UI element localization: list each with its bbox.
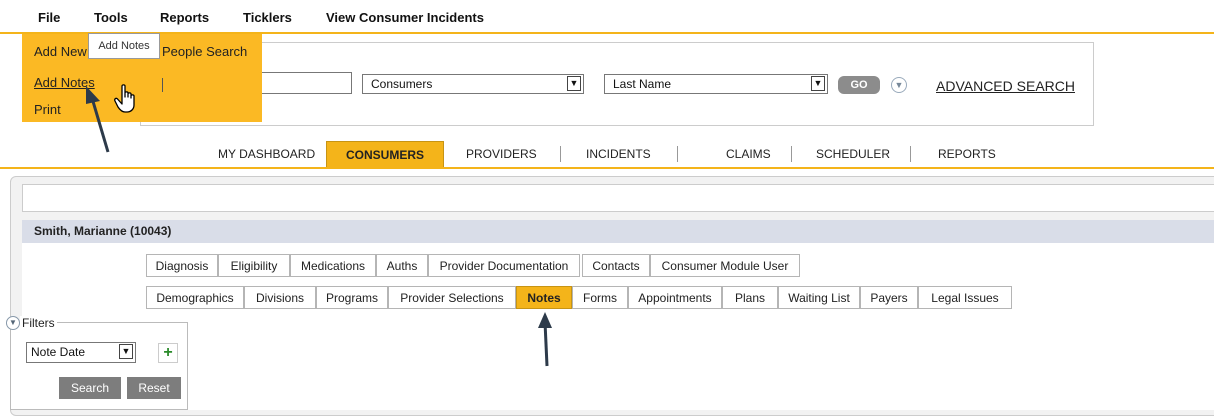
tab-divisions[interactable]: Divisions (244, 286, 316, 309)
divider (910, 146, 911, 162)
divider (677, 146, 678, 162)
expand-chevron-icon[interactable]: ▼ (891, 77, 907, 93)
menu-tools[interactable]: Tools (94, 10, 128, 25)
field-select-value: Last Name (613, 77, 672, 91)
menu-reports[interactable]: Reports (160, 10, 209, 25)
tab-legal-issues[interactable]: Legal Issues (918, 286, 1012, 309)
chevron-down-icon[interactable]: ▼ (567, 76, 581, 91)
main-nav: MY DASHBOARD CONSUMERS PROVIDERS INCIDEN… (0, 141, 1214, 169)
menu-item-add-notes[interactable]: Add Notes (34, 75, 95, 90)
menu-file[interactable]: File (38, 10, 60, 25)
go-button[interactable]: GO (838, 76, 880, 94)
nav-scheduler[interactable]: SCHEDULER (816, 141, 890, 167)
message-area (22, 184, 1214, 212)
tab-waiting-list[interactable]: Waiting List (778, 286, 860, 309)
divider (791, 146, 792, 162)
tab-consumer-module-user[interactable]: Consumer Module User (650, 254, 800, 277)
tab-programs[interactable]: Programs (316, 286, 388, 309)
search-button[interactable]: Search (59, 377, 121, 399)
menu-item-people-search[interactable]: People Search (162, 44, 247, 59)
module-select[interactable]: Consumers ▼ (362, 74, 584, 94)
collapse-chevron-icon[interactable]: ▼ (6, 316, 20, 330)
chevron-down-icon[interactable]: ▼ (811, 76, 825, 91)
field-select[interactable]: Last Name ▼ (604, 74, 828, 94)
divider (162, 78, 163, 92)
advanced-search-link[interactable]: ADVANCED SEARCH (936, 78, 1075, 94)
tab-demographics[interactable]: Demographics (146, 286, 244, 309)
hand-cursor-icon (114, 84, 135, 113)
module-select-value: Consumers (371, 77, 433, 91)
menu-item-add-new[interactable]: Add New (34, 44, 87, 59)
menu-view-consumer-incidents[interactable]: View Consumer Incidents (326, 10, 484, 25)
tab-notes[interactable]: Notes (516, 286, 572, 309)
consumer-title-bar: Smith, Marianne (10043) (22, 220, 1214, 243)
tooltip: Add Notes (88, 33, 160, 59)
tab-plans[interactable]: Plans (722, 286, 778, 309)
nav-my-dashboard[interactable]: MY DASHBOARD (218, 141, 315, 167)
menu-bar: File Tools Reports Ticklers View Consume… (0, 0, 1214, 34)
tab-eligibility[interactable]: Eligibility (218, 254, 290, 277)
tab-appointments[interactable]: Appointments (628, 286, 722, 309)
nav-consumers[interactable]: CONSUMERS (326, 141, 444, 167)
menu-ticklers[interactable]: Ticklers (243, 10, 292, 25)
filters-label: Filters (20, 316, 57, 330)
reset-button[interactable]: Reset (127, 377, 181, 399)
tab-payers[interactable]: Payers (860, 286, 918, 309)
chevron-down-icon[interactable]: ▼ (119, 344, 133, 359)
nav-incidents[interactable]: INCIDENTS (586, 141, 651, 167)
plus-icon[interactable]: + (158, 343, 178, 363)
search-panel: Consumers ▼ Last Name ▼ GO ▼ ADVANCED SE… (140, 42, 1094, 126)
nav-claims[interactable]: CLAIMS (726, 141, 771, 167)
tab-provider-documentation[interactable]: Provider Documentation (428, 254, 580, 277)
filter-field-select[interactable]: Note Date ▼ (26, 342, 136, 363)
filter-field-value: Note Date (31, 345, 86, 359)
tab-auths[interactable]: Auths (376, 254, 428, 277)
tab-diagnosis[interactable]: Diagnosis (146, 254, 218, 277)
tab-medications[interactable]: Medications (290, 254, 376, 277)
menu-item-print[interactable]: Print (34, 102, 61, 117)
tab-contacts[interactable]: Contacts (582, 254, 650, 277)
nav-providers[interactable]: PROVIDERS (466, 141, 537, 167)
tab-forms[interactable]: Forms (572, 286, 628, 309)
nav-reports[interactable]: REPORTS (938, 141, 996, 167)
divider (560, 146, 561, 162)
tab-provider-selections[interactable]: Provider Selections (388, 286, 516, 309)
